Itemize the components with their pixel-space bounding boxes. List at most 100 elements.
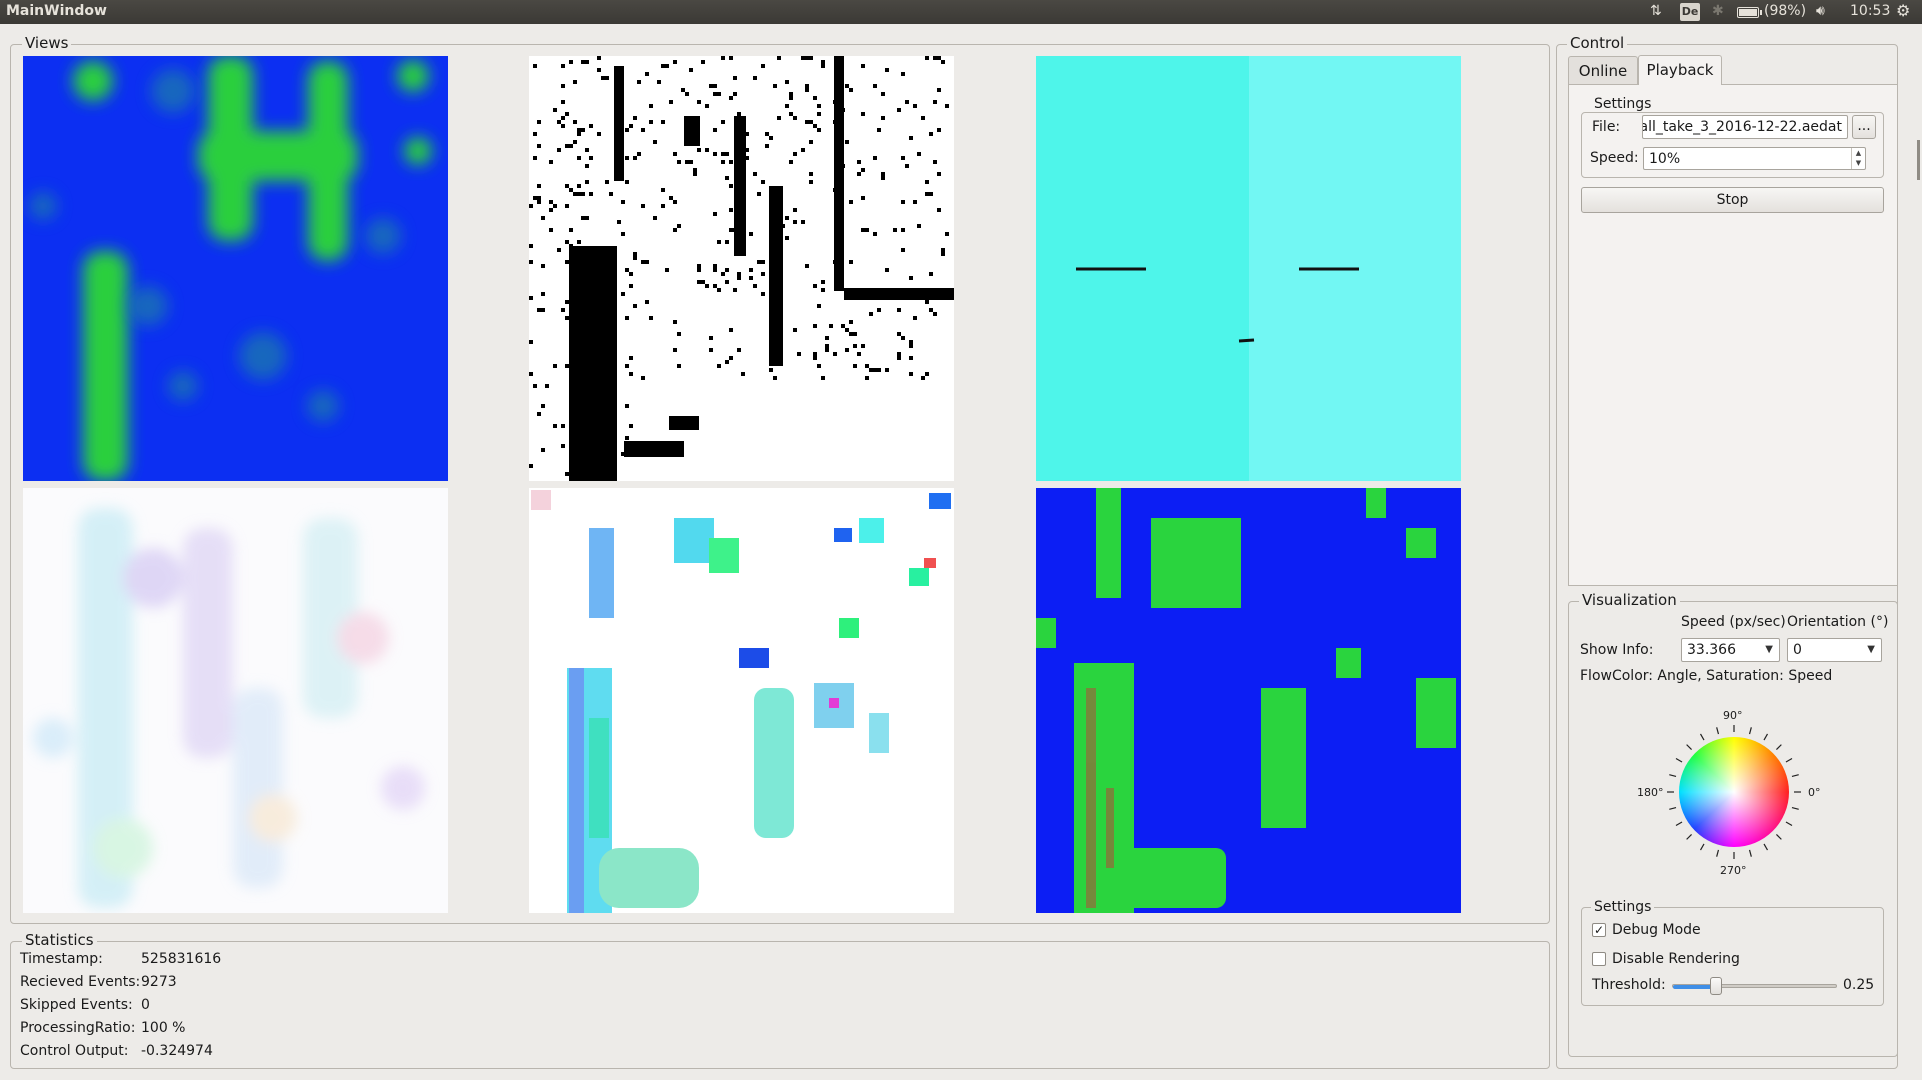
event-pixel [909,276,913,280]
event-pixel [793,220,797,224]
wheel-tick [1669,806,1677,810]
debug-mode-label[interactable]: Debug Mode [1612,922,1701,938]
event-pixel [777,56,781,60]
event-pixel [909,344,913,348]
event-pixel [769,324,773,328]
event-pixel [689,68,693,72]
disable-rendering-checkbox[interactable] [1592,952,1606,966]
speed-spinbox-value: 10% [1649,151,1681,167]
event-pixel [713,212,717,216]
event-pixel [569,244,573,248]
event-pixel [629,272,633,276]
event-pixel [869,288,873,292]
network-icon[interactable]: ⇅ [1650,3,1662,19]
file-path-field[interactable]: all_take_3_2016-12-22.aedat [1642,115,1848,139]
event-pixel [769,196,773,200]
event-pixel [585,60,589,64]
event-pixel [629,284,633,288]
event-pixel [565,472,569,476]
event-pixel [741,228,745,232]
event-pixel [901,72,905,76]
event-pixel [565,144,569,148]
event-pixel [589,300,593,304]
event-pixel [605,412,609,416]
event-pixel [641,128,645,132]
orientation-info-combobox[interactable]: 0 ▼ [1787,638,1882,662]
gear-icon[interactable]: ⚙ [1896,1,1910,20]
event-pixel [773,228,777,232]
speed-spinbox-arrows[interactable]: ▲ ▼ [1851,148,1865,169]
event-pixel [541,448,545,452]
event-pixel [581,192,585,196]
speed-spinbox[interactable]: 10% ▲ ▼ [1643,147,1866,170]
event-pixel [613,360,617,364]
event-pixel [789,92,793,96]
tab-playback[interactable]: Playback [1638,55,1722,85]
event-pixel [841,164,845,168]
event-pixel [705,104,709,108]
event-pixel [761,260,765,264]
event-pixel [713,284,717,288]
keyboard-layout-indicator[interactable]: De [1680,3,1700,21]
event-pixel [901,228,905,232]
event-pixel [565,260,569,264]
event-pixel [665,64,669,68]
event-pixel [905,164,909,168]
vis-settings-title: Settings [1591,899,1655,915]
stop-button[interactable]: Stop [1581,187,1884,213]
event-pixel [909,340,913,344]
event-pixel [677,160,681,164]
debug-mode-checkbox[interactable]: ✓ [1592,923,1606,937]
event-pixel [685,160,689,164]
orientation-header: Orientation (°) [1787,614,1889,630]
stop-button-label: Stop [1716,192,1749,208]
event-pixel [713,264,717,268]
event-pixel [837,260,841,264]
event-pixel [789,96,793,100]
event-pixel [585,164,589,168]
event-pixel [849,332,853,336]
threshold-slider-handle[interactable] [1710,977,1722,995]
event-pixel [633,304,637,308]
speed-info-value: 33.366 [1687,642,1736,658]
browse-file-button[interactable]: ... [1852,115,1876,139]
event-pixel [733,92,737,96]
event-pixel [673,200,677,204]
event-pixel [541,404,545,408]
event-pixel [841,324,845,328]
battery-icon[interactable] [1737,7,1762,18]
event-pixel [909,372,913,376]
event-pixel [793,152,797,156]
threshold-slider[interactable] [1672,976,1837,996]
stat-value-skipped-events: 0 [141,997,150,1013]
clock[interactable]: 10:53 [1850,3,1890,19]
event-pixel [569,440,573,444]
event-pixel [881,116,885,120]
event-pixel [677,364,681,368]
speed-info-combobox[interactable]: 33.366 ▼ [1681,638,1780,662]
event-pixel [653,140,657,144]
disable-rendering-label[interactable]: Disable Rendering [1612,951,1740,967]
event-pixel [577,192,581,196]
splitter-handle[interactable] [1917,140,1920,180]
wheel-label-90: 90° [1723,709,1743,722]
event-pixel [581,128,585,132]
event-pixel [773,332,777,336]
tab-online[interactable]: Online [1568,56,1638,85]
event-pixel [705,284,709,288]
event-pixel [925,192,929,196]
event-pixel [829,324,833,328]
bluetooth-icon[interactable]: ✱ [1712,3,1724,19]
event-pixel [849,260,853,264]
volume-icon[interactable]: 🔊︎ [1816,3,1825,19]
event-pixel [849,88,853,92]
event-pixel [937,172,941,176]
wheel-tick [1716,849,1720,857]
event-pixel [873,156,877,160]
event-pixel [697,264,701,268]
event-pixel [593,268,597,272]
stat-label-control-output: Control Output: [20,1043,129,1059]
event-pixel [925,180,929,184]
event-pixel [841,108,845,112]
event-pixel [597,468,601,472]
